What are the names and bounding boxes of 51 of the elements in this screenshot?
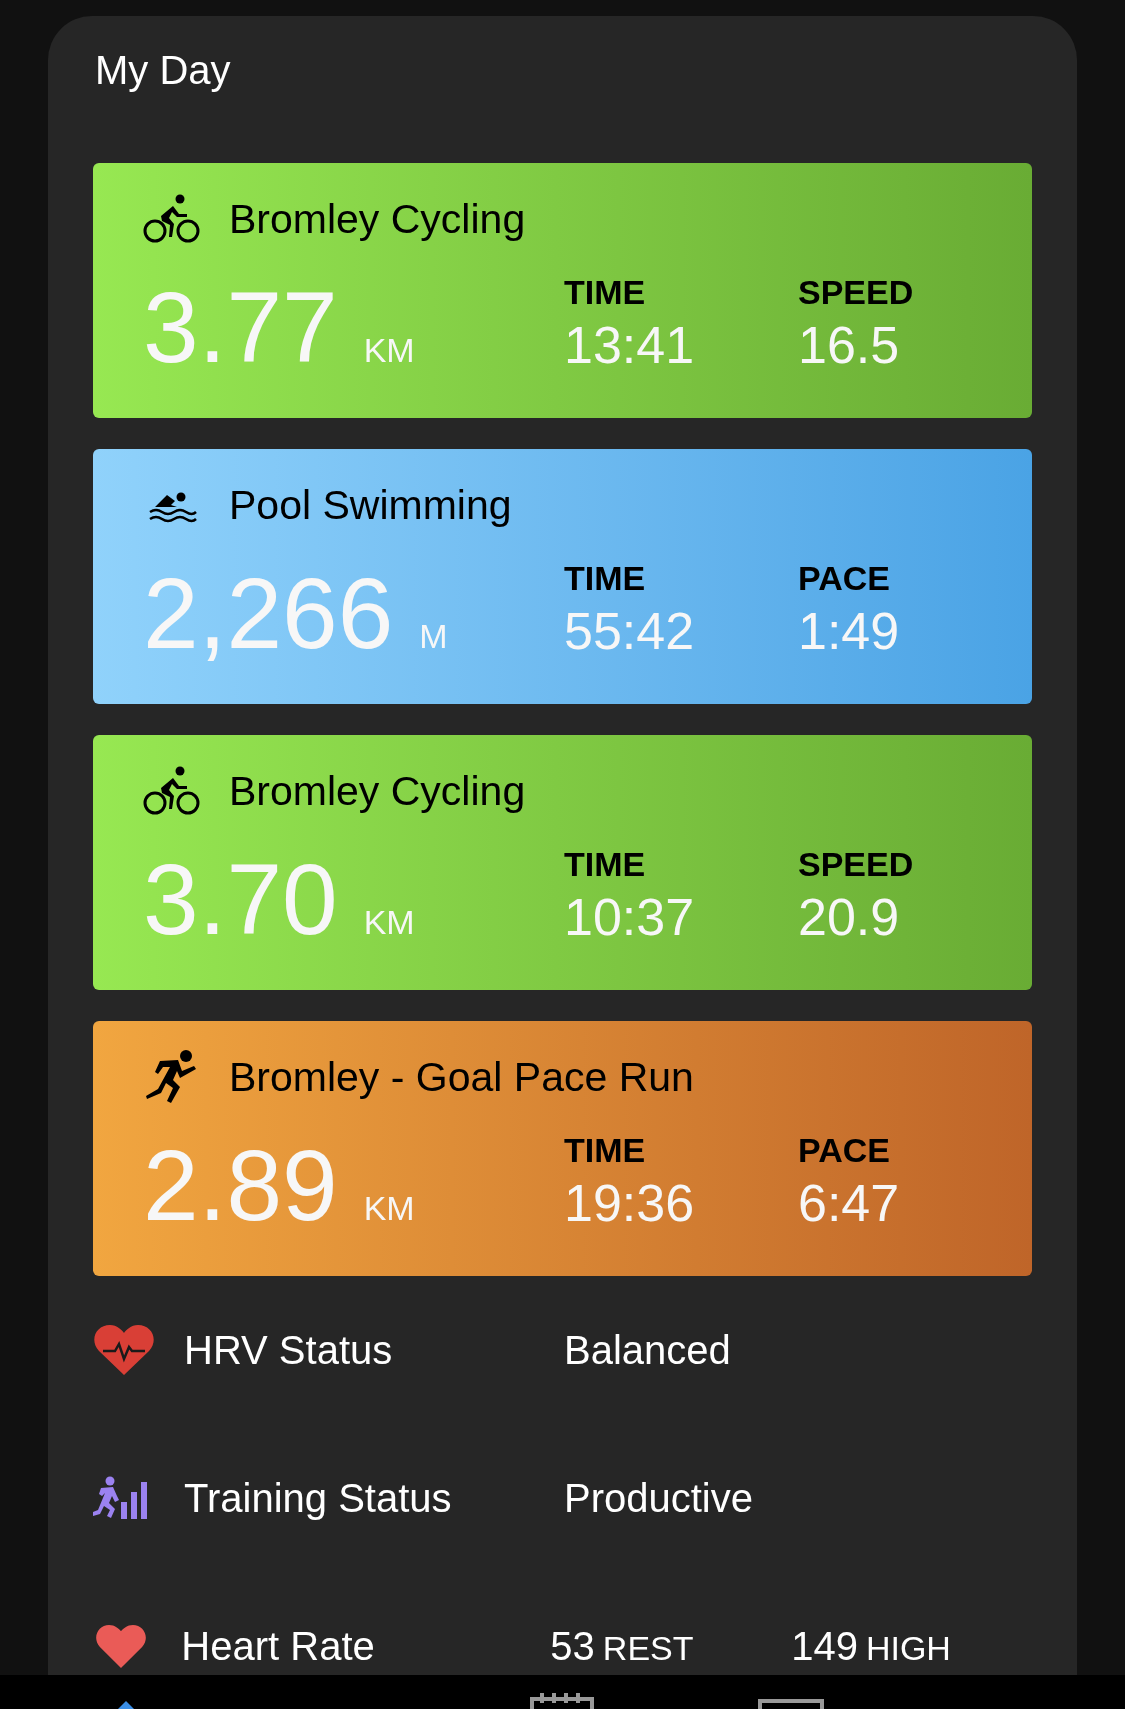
- metric-label: Heart Rate: [181, 1626, 376, 1666]
- screen-tab-icon[interactable]: [758, 1699, 824, 1709]
- stat-label: TIME: [564, 1133, 647, 1167]
- heart-pulse-icon: [93, 1323, 155, 1377]
- distance-unit: KM: [363, 333, 415, 367]
- metric-value: 53: [550, 1626, 595, 1666]
- stat-value: 1:49: [798, 605, 901, 657]
- stat-value: 20.9: [798, 891, 901, 943]
- stat-label: TIME: [564, 275, 647, 309]
- runner-bars-icon: [93, 1476, 149, 1520]
- metric-value: Balanced: [564, 1330, 731, 1370]
- cyclist-icon: [143, 194, 201, 244]
- activity-card[interactable]: Bromley - Goal Pace Run 2.89 KM TIME 19:36 PACE 6:47: [93, 1021, 1032, 1276]
- metric-label: Training Status: [184, 1478, 453, 1518]
- distance-value: 3.77: [143, 277, 338, 377]
- stat-value: 55:42: [564, 605, 696, 657]
- metric-unit: REST: [602, 1631, 694, 1665]
- distance-value: 2.89: [143, 1135, 338, 1235]
- distance-unit: M: [419, 619, 448, 653]
- calendar-tab-icon[interactable]: [530, 1693, 594, 1709]
- distance-value: 2,266: [143, 563, 394, 663]
- metric-unit: HIGH: [865, 1631, 951, 1665]
- stat-label: PACE: [798, 1133, 891, 1167]
- stat-label: TIME: [564, 561, 647, 595]
- stat-label: TIME: [564, 847, 647, 881]
- runner-icon: [146, 1049, 198, 1105]
- stat-value: 13:41: [564, 319, 696, 371]
- distance-value: 3.70: [143, 849, 338, 949]
- stat-label: SPEED: [798, 275, 915, 309]
- activity-name: Bromley Cycling: [229, 198, 526, 240]
- activity-card[interactable]: Bromley Cycling 3.77 KM TIME 13:41 SPEED 16.5: [93, 163, 1032, 418]
- activity-name: Bromley Cycling: [229, 770, 526, 812]
- activity-card[interactable]: Bromley Cycling 3.70 KM TIME 10:37 SPEED 20.9: [93, 735, 1032, 990]
- stat-value: 10:37: [564, 891, 696, 943]
- cyclist-icon: [143, 766, 201, 816]
- stat-label: PACE: [798, 561, 891, 595]
- distance-unit: KM: [363, 905, 415, 939]
- stat-value: 19:36: [564, 1177, 696, 1229]
- activity-name: Bromley - Goal Pace Run: [229, 1056, 694, 1098]
- stat-value: 16.5: [798, 319, 901, 371]
- metric-label: HRV Status: [184, 1330, 394, 1370]
- activity-name: Pool Swimming: [229, 484, 512, 526]
- metric-value: Productive: [564, 1478, 753, 1518]
- stat-label: SPEED: [798, 847, 915, 881]
- metric-value: 149: [791, 1626, 858, 1666]
- distance-unit: KM: [363, 1191, 415, 1225]
- activity-card[interactable]: Pool Swimming 2,266 M TIME 55:42 PACE 1:49: [93, 449, 1032, 704]
- home-tab-icon[interactable]: [118, 1701, 134, 1709]
- panel-title: My Day: [95, 50, 232, 90]
- heart-icon: [93, 1624, 149, 1668]
- stat-value: 6:47: [798, 1177, 901, 1229]
